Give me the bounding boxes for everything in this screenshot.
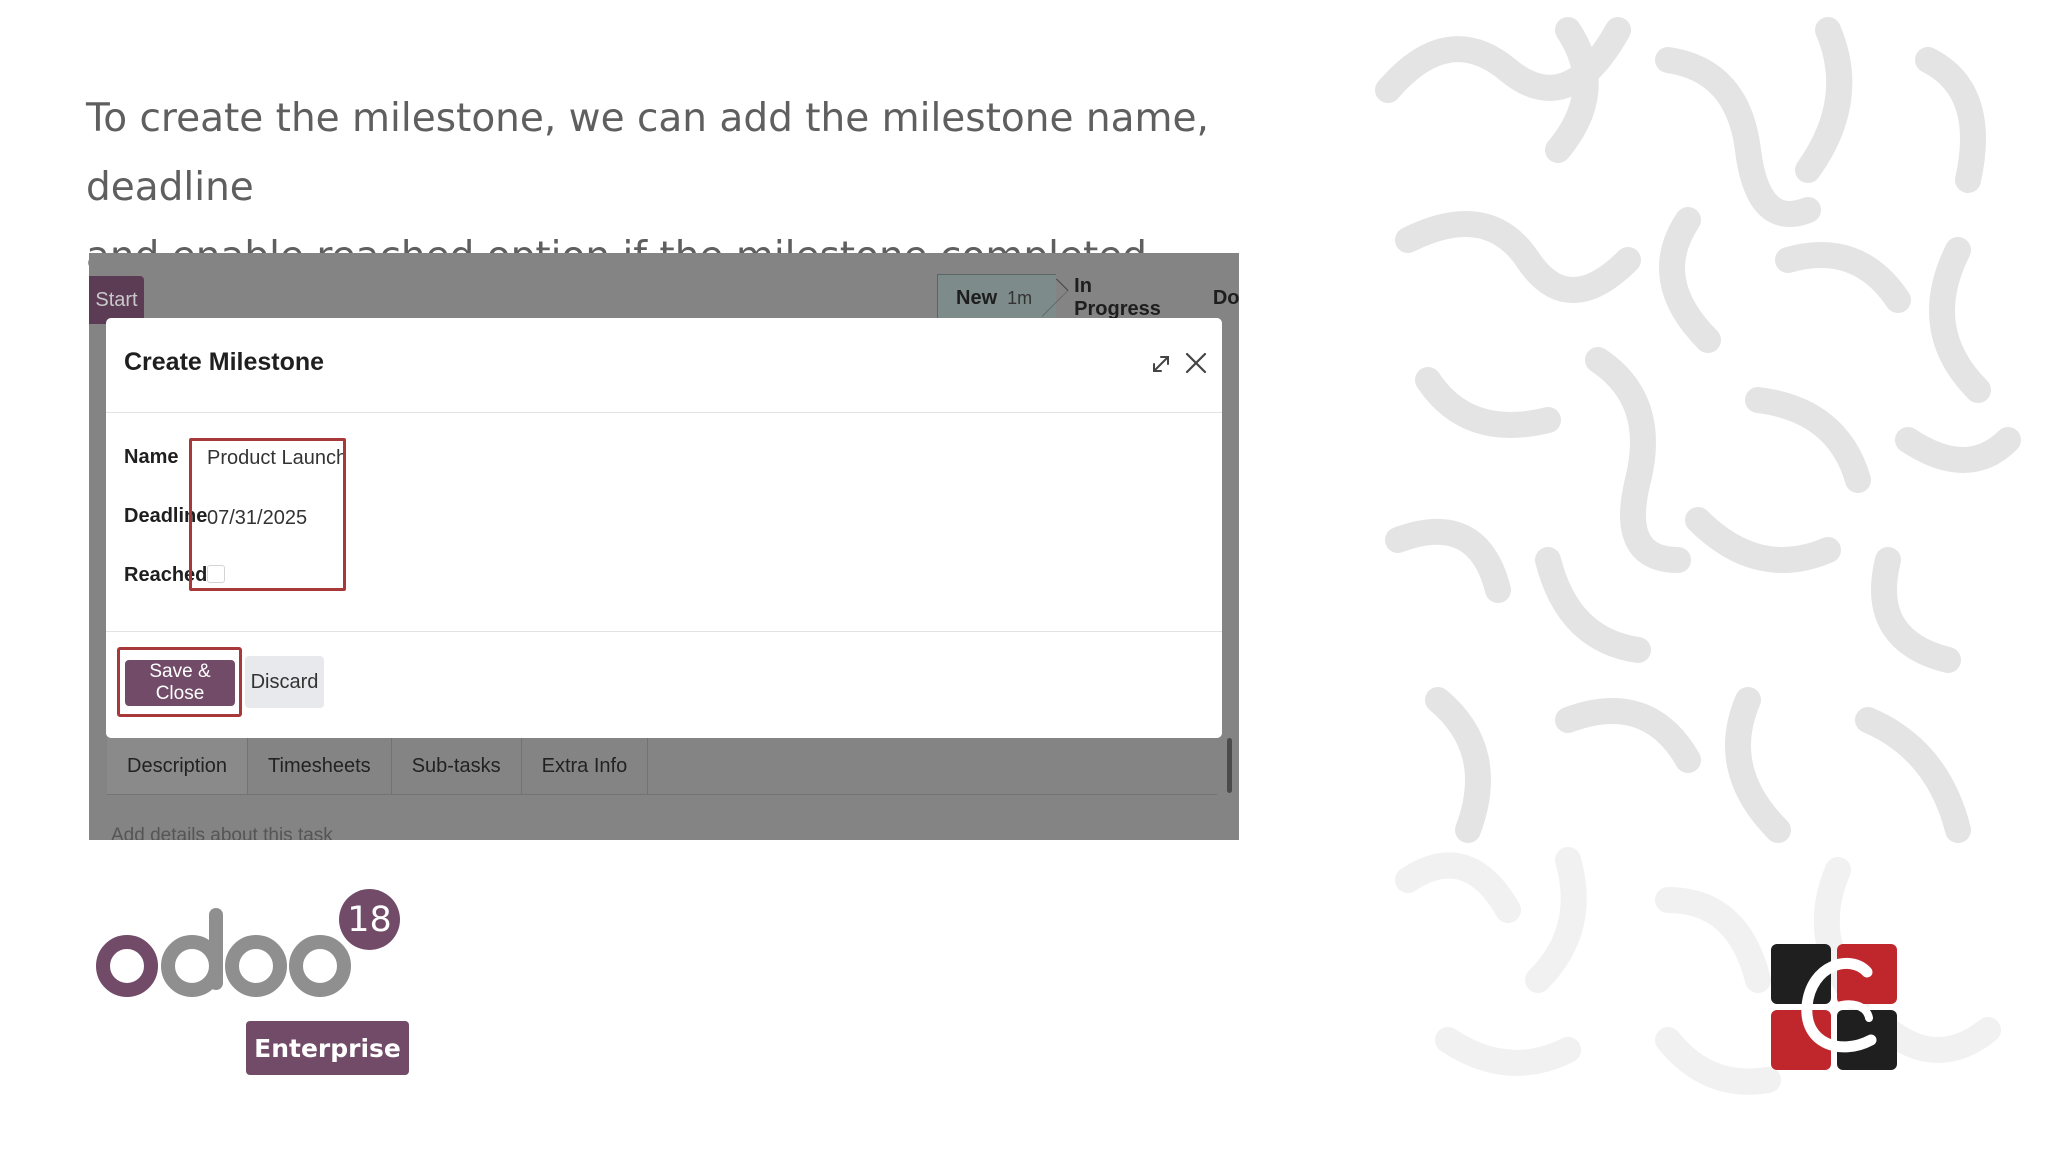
tab-description[interactable]: Description <box>107 738 249 794</box>
dialog-footer: Save & Close Discard <box>106 631 1222 739</box>
intro-line-1: To create the milestone, we can add the … <box>86 96 1209 210</box>
odoo-wordmark <box>96 908 351 997</box>
company-logo <box>1771 944 1897 1070</box>
dialog-header: Create Milestone <box>106 318 1222 413</box>
odoo-logo: 18 Enterprise <box>94 886 434 1076</box>
expand-icon[interactable] <box>1150 353 1172 375</box>
tab-sub-tasks[interactable]: Sub-tasks <box>392 738 522 794</box>
save-highlight-box: Save & Close <box>117 647 242 717</box>
dialog-title: Create Milestone <box>124 348 325 376</box>
tab-timesheets[interactable]: Timesheets <box>248 738 392 794</box>
stage-new-label: New <box>956 286 998 309</box>
close-icon[interactable] <box>1183 350 1209 376</box>
stage-new-duration: 1m <box>1007 287 1033 308</box>
version-badge: 18 <box>339 889 400 950</box>
start-button[interactable]: Start <box>89 276 144 324</box>
stage-new[interactable]: New 1m <box>937 274 1057 322</box>
stage-bar: New 1m In Progress Done <box>937 274 1239 322</box>
discard-button[interactable]: Discard <box>245 656 324 708</box>
decorative-pattern <box>1368 0 2048 1152</box>
odoo-screenshot: Start New 1m In Progress Done Descriptio… <box>89 253 1239 840</box>
stage-in-progress[interactable]: In Progress <box>1056 275 1161 321</box>
name-label: Name <box>124 446 179 468</box>
fields-highlight-box <box>189 438 346 591</box>
task-tabs: Description Timesheets Sub-tasks Extra I… <box>107 738 1217 795</box>
tab-extra-info[interactable]: Extra Info <box>522 738 649 794</box>
enterprise-badge: Enterprise <box>246 1021 409 1075</box>
stage-done[interactable]: Done <box>1195 287 1239 310</box>
description-placeholder[interactable]: Add details about this task <box>111 825 333 840</box>
save-close-button[interactable]: Save & Close <box>125 660 235 706</box>
scrollbar[interactable] <box>1227 738 1232 793</box>
create-milestone-dialog: Create Milestone Name Product Launch Dea… <box>106 318 1222 738</box>
